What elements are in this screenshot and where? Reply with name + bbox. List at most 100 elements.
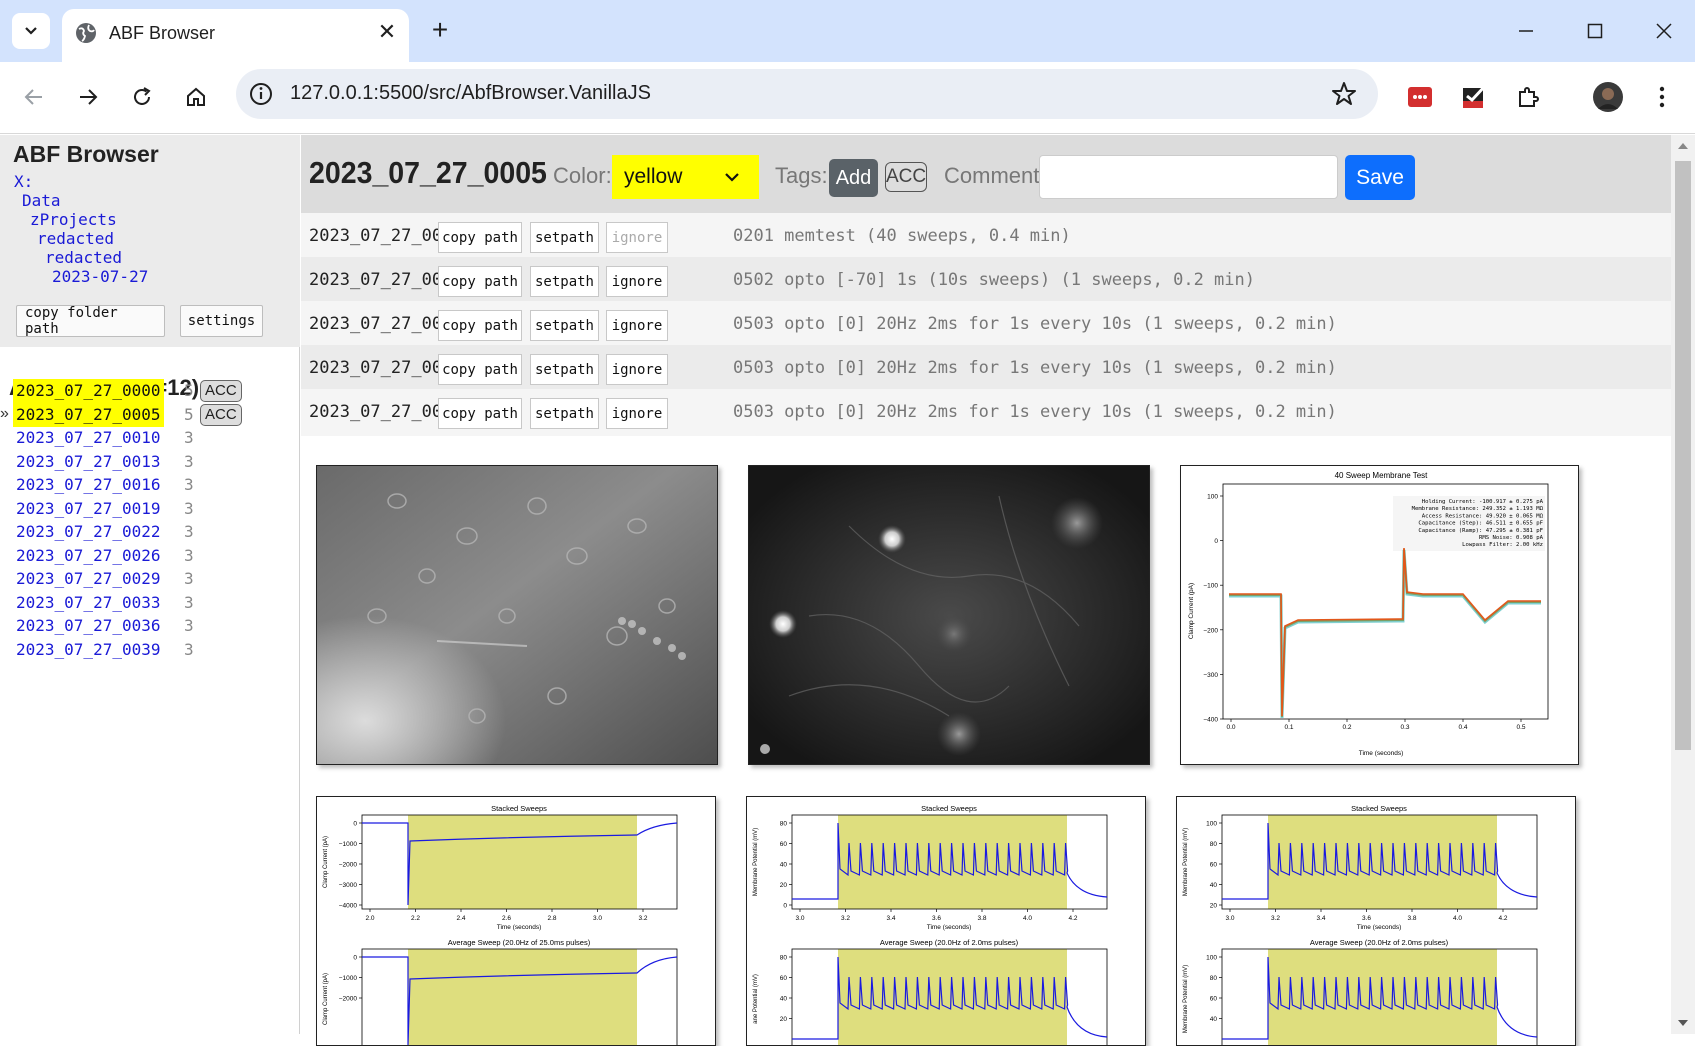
ignore-button[interactable]: ignore — [606, 398, 668, 429]
copy-path-button[interactable]: copy path — [438, 266, 522, 297]
close-tab-icon[interactable]: ✕ — [372, 17, 402, 47]
copy-folder-path-button[interactable]: copy folder path — [16, 305, 165, 337]
abf-list-item[interactable]: » 2023_07_27_0005 5 ACC — [0, 402, 300, 427]
abf-list-item[interactable]: 2023_07_27_0019 3 — [0, 497, 300, 521]
x-tick-label: 3.0 — [795, 915, 804, 922]
file-row: 2023_07_27_0005 copy path setpath ignore 020… — [301, 213, 1671, 260]
abf-link[interactable]: 2023_07_27_0019 — [13, 497, 164, 521]
scroll-up-icon[interactable] — [1677, 141, 1689, 151]
abf-count: 3 — [184, 592, 194, 612]
y-axis-label: ane Potential (mV) — [753, 974, 759, 1024]
abf-link[interactable]: 2023_07_27_0033 — [13, 591, 164, 615]
breadcrumb-date[interactable]: 2023-07-27 — [52, 267, 148, 286]
breadcrumb-zprojects[interactable]: zProjects — [30, 210, 117, 229]
abf-list-item[interactable]: 2023_07_27_0039 3 — [0, 638, 300, 662]
setpath-button[interactable]: setpath — [530, 266, 599, 297]
extension-checkbox-icon[interactable] — [1454, 77, 1494, 117]
abf-link[interactable]: 2023_07_27_0022 — [13, 520, 164, 544]
home-button[interactable] — [176, 77, 216, 117]
star-icon[interactable] — [1330, 80, 1358, 108]
info-icon[interactable] — [248, 81, 274, 107]
file-row: 2023_07_27_0009 copy path setpath ignore 050… — [301, 389, 1671, 436]
vertical-scrollbar[interactable] — [1671, 135, 1695, 1034]
breadcrumb-drive[interactable]: X: — [14, 172, 33, 191]
setpath-button[interactable]: setpath — [530, 222, 599, 253]
opto-plot-1: Stacked Sweeps 0 −1000 −2000 −3000 −4000 Clamp… — [316, 796, 716, 1046]
setpath-button[interactable]: setpath — [530, 398, 599, 429]
abf-list-item[interactable]: 2023_07_27_0010 3 — [0, 426, 300, 450]
scroll-down-icon[interactable] — [1677, 1018, 1689, 1028]
maximize-button[interactable] — [1575, 14, 1615, 48]
abf-link[interactable]: 2023_07_27_0029 — [13, 567, 164, 591]
close-window-button[interactable] — [1644, 14, 1684, 48]
abf-list-item[interactable]: 2023_07_27_0022 3 — [0, 520, 300, 544]
comment-input[interactable] — [1039, 155, 1338, 199]
address-bar[interactable]: 127.0.0.1:5500/src/AbfBrowser.VanillaJS — [236, 69, 1378, 119]
abf-link[interactable]: 2023_07_27_0000 — [13, 379, 164, 403]
y-tick-label: 0 — [353, 821, 357, 828]
back-button[interactable] — [14, 77, 54, 117]
url-text[interactable]: 127.0.0.1:5500/src/AbfBrowser.VanillaJS — [290, 82, 651, 105]
stats-line: Capacitance (Ramp): 47.295 ± 0.381 pF — [1418, 528, 1543, 534]
abf-list-item[interactable]: 2023_07_27_0036 3 — [0, 614, 300, 638]
abf-list-item[interactable]: 2023_07_27_0000 5 ACC — [0, 379, 300, 403]
ignore-button[interactable]: ignore — [606, 310, 668, 341]
y-tick-label: −1000 — [339, 975, 358, 982]
x-axis-label: Time (seconds) — [927, 924, 972, 931]
setpath-button[interactable]: setpath — [530, 354, 599, 385]
abf-link[interactable]: 2023_07_27_0016 — [13, 473, 164, 497]
sidebar: ABF Browser X: Data zProjects redacted r… — [0, 135, 300, 1034]
forward-button[interactable] — [68, 77, 108, 117]
extensions-puzzle-icon[interactable] — [1508, 77, 1548, 117]
opto-plot-3: Stacked Sweeps 100 80 60 40 20 Membrane Potent… — [1176, 796, 1576, 1046]
abf-list-item[interactable]: 2023_07_27_0016 3 — [0, 473, 300, 497]
abf-link[interactable]: 2023_07_27_0013 — [13, 450, 164, 474]
setpath-button[interactable]: setpath — [530, 310, 599, 341]
abf-link[interactable]: 2023_07_27_0005 — [13, 402, 164, 427]
chevron-down-icon — [725, 173, 739, 182]
ignore-button[interactable]: ignore — [606, 354, 668, 385]
abf-count: 5 — [184, 404, 194, 424]
copy-path-button[interactable]: copy path — [438, 354, 522, 385]
abf-list-item[interactable]: 2023_07_27_0033 3 — [0, 591, 300, 615]
active-tab[interactable]: ABF Browser ✕ — [62, 9, 409, 62]
copy-path-button[interactable]: copy path — [438, 222, 522, 253]
color-label: Color: — [553, 163, 612, 188]
abf-link[interactable]: 2023_07_27_0010 — [13, 426, 164, 450]
abf-list-item[interactable]: 2023_07_27_0013 3 — [0, 450, 300, 474]
minimize-button[interactable] — [1506, 14, 1546, 48]
settings-button[interactable]: settings — [180, 305, 263, 337]
abf-list-item[interactable]: 2023_07_27_0026 3 — [0, 544, 300, 568]
y-axis-label: Membrane Potential (mV) — [1183, 965, 1189, 1033]
scrollbar-thumb[interactable] — [1675, 161, 1691, 750]
abf-link[interactable]: 2023_07_27_0039 — [13, 638, 164, 662]
file-description: 0503 opto [0] 20Hz 2ms for 1s every 10s … — [733, 402, 1337, 422]
file-row: 2023_07_27_0007 copy path setpath ignore 050… — [301, 301, 1671, 348]
tag-acc-badge[interactable]: ACC — [885, 162, 927, 192]
save-button[interactable]: Save — [1345, 155, 1415, 200]
abf-list-item[interactable]: 2023_07_27_0029 3 — [0, 567, 300, 591]
extension-red-icon[interactable] — [1400, 77, 1440, 117]
abf-link[interactable]: 2023_07_27_0026 — [13, 544, 164, 568]
add-tag-button[interactable]: Add — [829, 159, 878, 197]
abf-title: 2023_07_27_0005 — [309, 155, 547, 190]
home-icon — [187, 87, 205, 106]
color-select-value: yellow — [624, 165, 683, 188]
abf-link[interactable]: 2023_07_27_0036 — [13, 614, 164, 638]
y-tick-label: 60 — [1210, 996, 1218, 1003]
globe-icon — [76, 23, 96, 43]
copy-path-button[interactable]: copy path — [438, 398, 522, 429]
ignore-button[interactable]: ignore — [606, 266, 668, 297]
breadcrumb-redacted-2[interactable]: redacted — [45, 248, 122, 267]
reload-button[interactable] — [122, 77, 162, 117]
color-select[interactable]: yellow — [612, 155, 759, 199]
breadcrumb-redacted-1[interactable]: redacted — [37, 229, 114, 248]
breadcrumb-data[interactable]: Data — [22, 191, 61, 210]
new-tab-button[interactable]: + — [424, 14, 456, 46]
tab-search-button[interactable] — [12, 13, 50, 49]
ignore-button[interactable]: ignore — [606, 222, 668, 253]
copy-path-button[interactable]: copy path — [438, 310, 522, 341]
menu-dots-icon[interactable] — [1642, 77, 1682, 117]
abf-count: 3 — [184, 428, 194, 447]
avatar[interactable] — [1588, 77, 1628, 117]
